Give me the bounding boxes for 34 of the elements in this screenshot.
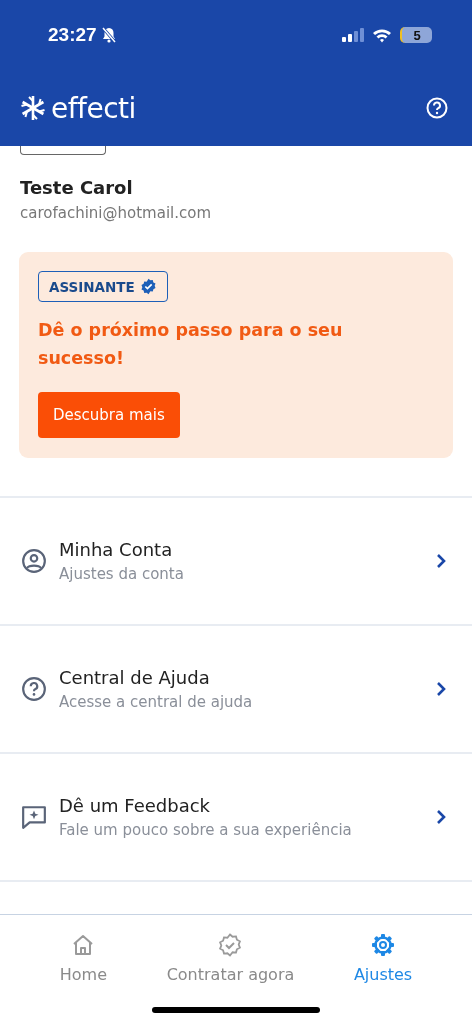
feedback-icon bbox=[21, 804, 47, 830]
menu-item-subtitle: Ajustes da conta bbox=[59, 565, 185, 583]
help-icon[interactable] bbox=[426, 97, 448, 119]
user-email: carofachini@hotmail.com bbox=[20, 204, 213, 222]
verified-badge-icon bbox=[218, 933, 243, 957]
menu-item-title: Dê um Feedback bbox=[59, 795, 212, 816]
wifi-icon bbox=[372, 27, 392, 43]
clock: 23:27 bbox=[48, 24, 97, 46]
discover-button[interactable]: Descubra mais bbox=[38, 392, 180, 438]
tab[interactable]: Contratar agora bbox=[162, 915, 299, 984]
promo-headline: Dê o próximo passo para o seu sucesso! bbox=[38, 319, 344, 370]
menu-item-subtitle: Acesse a central de ajuda bbox=[59, 693, 254, 711]
battery-level: 5 bbox=[413, 27, 421, 43]
muted-bell-icon bbox=[99, 26, 118, 44]
subscriber-badge: ASSINANTE bbox=[38, 271, 168, 302]
app-logo: effecti bbox=[51, 91, 136, 125]
snowflake-logo-icon bbox=[19, 94, 47, 122]
verified-icon bbox=[139, 278, 157, 295]
menu-item-subtitle: Fale um pouco sobre a sua experiência bbox=[59, 821, 353, 839]
menu-item-title: Minha Conta bbox=[59, 539, 174, 560]
chevron-right-icon bbox=[436, 681, 446, 697]
menu-item-title: Central de Ajuda bbox=[59, 667, 211, 688]
user-name: Teste Carol bbox=[20, 177, 134, 198]
chevron-right-icon bbox=[436, 809, 446, 825]
chevron-right-icon bbox=[436, 553, 446, 569]
settings-icon bbox=[371, 933, 396, 957]
tab[interactable]: Ajustes bbox=[349, 915, 417, 984]
menu-item[interactable]: Central de Ajuda Acesse a central de ajuda bbox=[0, 626, 472, 754]
menu-item[interactable]: Minha Conta Ajustes da conta bbox=[0, 498, 472, 626]
menu-item[interactable]: Dê um Feedback Fale um pouco sobre a sua experiência bbox=[0, 754, 472, 882]
signal-icon bbox=[342, 28, 364, 42]
help-icon bbox=[21, 676, 47, 702]
account-icon bbox=[21, 548, 47, 574]
tab[interactable]: Home bbox=[55, 915, 112, 984]
